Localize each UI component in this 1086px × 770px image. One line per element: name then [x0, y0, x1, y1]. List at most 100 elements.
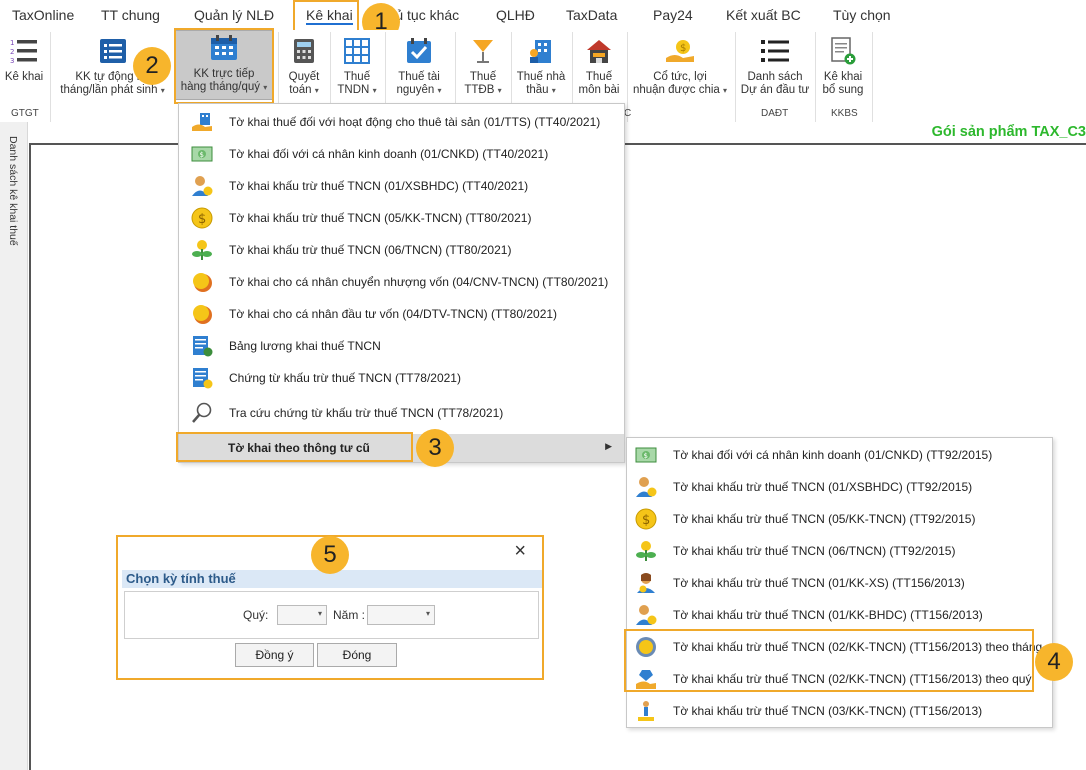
ribbon-label: TNDN: [337, 84, 370, 96]
dollar-coin-icon: $: [635, 508, 657, 530]
ribbon-separator: [50, 32, 51, 122]
ribbon-label: môn bài: [578, 84, 620, 96]
ok-button[interactable]: Đồng ý: [235, 643, 314, 667]
plant-coin-icon: [191, 239, 213, 261]
ribbon-label: Cổ tức, lợi: [653, 71, 707, 83]
ribbon-label: Thuế tài: [398, 71, 440, 83]
chevron-down-icon: ▾: [551, 86, 556, 95]
ribbon-label: nguyên: [396, 84, 435, 96]
menu-tab-pay24[interactable]: Pay24: [653, 7, 693, 23]
person-coin-icon: [635, 604, 657, 626]
ribbon-thue-nha-thau-button[interactable]: Thuế nhà thầu ▾: [514, 34, 568, 114]
bullet-list-icon: [760, 36, 790, 66]
submenu-item[interactable]: Tờ khai khấu trừ thuế TNCN (01/XSBHDC) (…: [627, 471, 972, 503]
package-label: Gói sản phẩm TAX_C3: [931, 124, 1086, 140]
ribbon-label: Thuế: [469, 71, 497, 83]
person-coin-icon: [191, 175, 213, 197]
app-window: TaxOnline TT chung Quản lý NLĐ Kê khai T…: [0, 0, 1086, 770]
menu-tab-tt-chung[interactable]: TT chung: [101, 7, 160, 23]
close-icon[interactable]: ×: [514, 541, 526, 561]
dropdown-item[interactable]: Tờ khai khấu trừ thuế TNCN (06/TNCN) (TT…: [179, 234, 511, 266]
ribbon-separator: [872, 32, 873, 122]
svg-text:3: 3: [10, 57, 14, 64]
quarter-label: Quý:: [243, 608, 269, 622]
chevron-down-icon: ▾: [723, 86, 728, 95]
ribbon-thue-ttdb-button[interactable]: Thuế TTĐB ▾: [460, 34, 506, 114]
menu-tab-qlhd[interactable]: QLHĐ: [496, 7, 535, 23]
svg-text:2: 2: [10, 48, 14, 56]
dropdown-item[interactable]: Tờ khai thuế đối với hoạt động cho thuê …: [179, 106, 600, 138]
dropdown-item[interactable]: Tờ khai cho cá nhân chuyển nhượng vốn (0…: [179, 266, 608, 298]
sidebar-label[interactable]: Danh sách kê khai thuế: [7, 136, 19, 246]
chevron-right-icon: ▶: [605, 441, 612, 451]
highlight-02-kk-tncn: [624, 629, 1034, 692]
ribbon-quyet-toan-button[interactable]: Quyết toán ▾: [282, 34, 326, 114]
svg-text:$: $: [200, 151, 204, 159]
submenu-item[interactable]: Tờ khai khấu trừ thuế TNCN (06/TNCN) (TT…: [627, 535, 955, 567]
menu-tab-ket-xuat-bc[interactable]: Kết xuất BC: [726, 7, 801, 23]
menu-tab-taxdata[interactable]: TaxData: [566, 7, 617, 23]
ribbon-ke-khai-bo-sung-button[interactable]: Kê khai bổ sung: [818, 34, 868, 114]
chevron-down-icon: ▾: [314, 86, 319, 95]
dropdown-item[interactable]: Bảng lương khai thuế TNCN: [179, 330, 381, 362]
ribbon-label: toán: [289, 84, 312, 96]
glass-icon: [468, 36, 498, 66]
ribbon-label: nhuận được chia: [632, 84, 720, 96]
chevron-down-icon: ▾: [372, 86, 377, 95]
ribbon-ke-khai-button[interactable]: 123 Kê khai: [4, 34, 44, 114]
ribbon-danh-sach-du-an-button[interactable]: Danh sách Dự án đầu tư: [740, 34, 810, 114]
year-select[interactable]: ▾: [367, 605, 435, 625]
submenu-item[interactable]: Tờ khai khấu trừ thuế TNCN (03/KK-TNCN) …: [627, 695, 982, 727]
dropdown-item[interactable]: Tờ khai cho cá nhân đầu tư vốn (04/DTV-T…: [179, 298, 557, 330]
group-label-dadt: DAĐT: [761, 108, 789, 119]
dropdown-item[interactable]: Tờ khai khấu trừ thuế TNCN (01/XSBHDC) (…: [179, 170, 528, 202]
step-badge-5: 5: [311, 536, 349, 574]
coins-icon: [191, 303, 213, 325]
menu-tab-tuy-chon[interactable]: Tùy chọn: [833, 7, 891, 23]
ribbon-separator: [815, 32, 816, 122]
group-label-c: C: [624, 108, 632, 119]
dropdown-item[interactable]: $ Tờ khai khấu trừ thuế TNCN (05/KK-TNCN…: [179, 202, 531, 234]
menu-tab-taxonline[interactable]: TaxOnline: [12, 7, 74, 23]
ribbon-thue-tai-nguyen-button[interactable]: Thuế tài nguyên ▾: [390, 34, 448, 114]
highlight-old-circulars: [176, 432, 413, 462]
group-label-kkbs: KKBS: [831, 108, 858, 119]
coins-hand-icon: $: [665, 36, 695, 66]
chevron-down-icon: ▾: [497, 86, 502, 95]
step-badge-4: 4: [1035, 643, 1073, 681]
dropdown-item[interactable]: Tra cứu chứng từ khấu trừ thuế TNCN (TT7…: [179, 397, 503, 429]
svg-text:$: $: [644, 452, 648, 460]
quarter-select[interactable]: ▾: [277, 605, 327, 625]
step-badge-3: 3: [416, 429, 454, 467]
svg-text:$: $: [680, 43, 686, 54]
coins-icon: [191, 271, 213, 293]
submenu-item[interactable]: $ Tờ khai đối với cá nhân kinh doanh (01…: [627, 439, 992, 471]
dialog-fieldset: Quý: ▾ Năm : ▾: [124, 591, 539, 639]
svg-text:$: $: [642, 513, 650, 528]
highlight-kk-truc-tiep: [174, 28, 274, 104]
ribbon-label: tháng/lần phát sinh: [60, 84, 158, 96]
dropdown-item[interactable]: $ Tờ khai đối với cá nhân kinh doanh (01…: [179, 138, 548, 170]
ribbon-label: Thuế: [343, 71, 371, 83]
submenu-item[interactable]: $ Tờ khai khấu trừ thuế TNCN (05/KK-TNCN…: [627, 503, 975, 535]
step-badge-2: 2: [133, 47, 171, 85]
submenu-item[interactable]: Tờ khai khấu trừ thuế TNCN (01/KK-XS) (T…: [627, 567, 965, 599]
year-label: Năm :: [333, 608, 366, 622]
submenu-item[interactable]: Tờ khai khấu trừ thuế TNCN (01/KK-BHDC) …: [627, 599, 983, 631]
menu-tab-quan-ly-nld[interactable]: Quản lý NLĐ: [194, 7, 274, 23]
money-bill-icon: $: [191, 143, 213, 165]
check-icon: [404, 36, 434, 66]
person-woman-icon: [635, 572, 657, 594]
group-label-gtgt: GTGT: [11, 108, 39, 119]
chevron-down-icon: ▾: [425, 609, 430, 618]
ribbon-thue-mon-bai-button[interactable]: Thuế môn bài: [576, 34, 622, 114]
ribbon-thue-tndn-button[interactable]: Thuế TNDN ▾: [334, 34, 380, 114]
close-button[interactable]: Đóng: [317, 643, 397, 667]
ribbon-label: Dự án đầu tư: [740, 84, 810, 96]
chevron-down-icon: ▾: [317, 609, 322, 618]
building-icon: [526, 36, 556, 66]
chevron-down-icon: ▾: [160, 86, 165, 95]
dropdown-item[interactable]: Chứng từ khấu trừ thuế TNCN (TT78/2021): [179, 362, 461, 394]
ribbon-label: Danh sách: [747, 71, 803, 83]
ribbon-co-tuc-button[interactable]: $ Cổ tức, lợi nhuận được chia ▾: [630, 34, 730, 114]
